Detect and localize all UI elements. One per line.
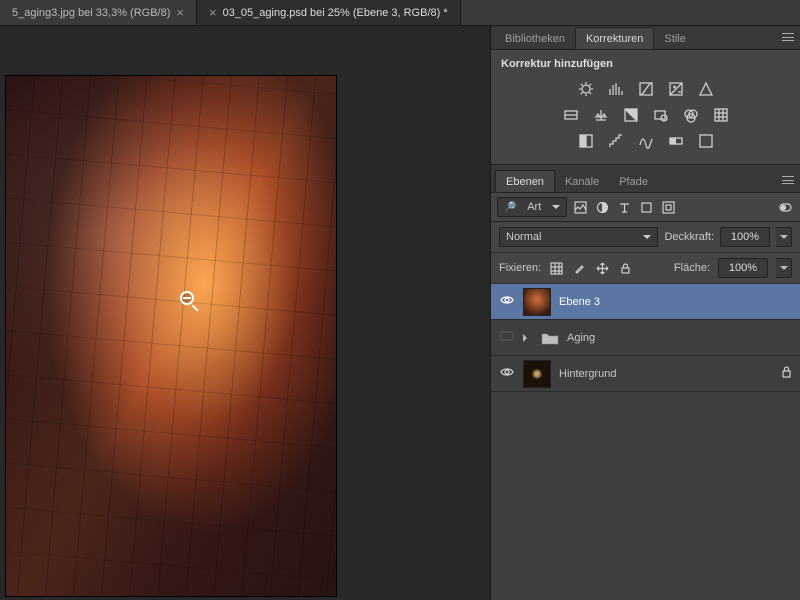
fill-label: Fläche: — [674, 262, 710, 274]
lock-brush-icon[interactable] — [572, 261, 587, 276]
disclosure-triangle-icon[interactable] — [523, 334, 533, 342]
filter-type-icon[interactable] — [615, 198, 633, 216]
brightness-contrast-icon[interactable] — [576, 80, 596, 98]
adjustments-panel-body: Korrektur hinzufügen — [491, 50, 800, 165]
layer-row[interactable]: Ebene 3 — [491, 284, 800, 320]
hue-sat-icon[interactable] — [561, 106, 581, 124]
blend-opacity-row: Normal Deckkraft: 100% — [491, 222, 800, 253]
lock-all-icon[interactable] — [618, 261, 633, 276]
layer-filter-kind-label: Art — [527, 201, 541, 213]
visibility-toggle-icon[interactable] — [499, 367, 515, 380]
opacity-label: Deckkraft: — [664, 231, 714, 243]
document-tab[interactable]: 5_aging3.jpg bei 33,3% (RGB/8) × — [0, 0, 197, 25]
tab-bibliotheken[interactable]: Bibliotheken — [495, 28, 575, 49]
layers-panel-tabs: Ebenen Kanäle Pfade — [491, 169, 800, 193]
layer-name[interactable]: Ebene 3 — [559, 296, 600, 308]
fill-flyout-icon[interactable] — [776, 258, 792, 278]
exposure-icon[interactable] — [666, 80, 686, 98]
fill-field[interactable]: 100% — [718, 258, 768, 278]
canvas-image[interactable] — [6, 76, 336, 596]
document-tabs-bar: 5_aging3.jpg bei 33,3% (RGB/8) × × 03_05… — [0, 0, 800, 26]
filter-pixel-icon[interactable] — [571, 198, 589, 216]
layer-row[interactable]: Aging — [491, 320, 800, 356]
channel-mixer-icon[interactable] — [681, 106, 701, 124]
tab-kanaele[interactable]: Kanäle — [555, 171, 609, 192]
lock-position-icon[interactable] — [595, 261, 610, 276]
close-icon[interactable]: × — [176, 5, 184, 20]
filter-adjust-icon[interactable] — [593, 198, 611, 216]
canvas-area[interactable] — [0, 26, 490, 600]
adjustments-header: Korrektur hinzufügen — [499, 56, 792, 76]
posterize-icon[interactable] — [606, 132, 626, 150]
panel-menu-icon[interactable] — [780, 173, 796, 187]
folder-icon — [541, 331, 559, 345]
layer-filter-bar: 🔎 Art — [491, 193, 800, 222]
document-tab-label: 5_aging3.jpg bei 33,3% (RGB/8) — [12, 7, 170, 19]
layer-name[interactable]: Hintergrund — [559, 368, 616, 380]
close-icon[interactable]: × — [209, 5, 217, 20]
blend-mode-value: Normal — [506, 231, 541, 243]
visibility-toggle-icon[interactable] — [499, 331, 515, 344]
filter-shape-icon[interactable] — [637, 198, 655, 216]
lock-pixels-icon[interactable] — [549, 261, 564, 276]
curves-icon[interactable] — [636, 80, 656, 98]
tab-pfade[interactable]: Pfade — [609, 171, 658, 192]
adjustments-panel-tabs: Bibliotheken Korrekturen Stile — [491, 26, 800, 50]
invert-icon[interactable] — [576, 132, 596, 150]
tab-korrekturen[interactable]: Korrekturen — [575, 27, 654, 49]
opacity-flyout-icon[interactable] — [776, 227, 792, 247]
document-tab-label: 03_05_aging.psd bei 25% (Ebene 3, RGB/8)… — [223, 7, 448, 19]
selective-color-icon[interactable] — [696, 132, 716, 150]
photo-filter-icon[interactable] — [651, 106, 671, 124]
lock-icon — [781, 366, 792, 381]
layer-thumbnail[interactable] — [523, 360, 551, 388]
lock-label: Fixieren: — [499, 262, 541, 274]
visibility-toggle-icon[interactable] — [499, 295, 515, 308]
zoom-out-cursor-icon — [180, 291, 200, 311]
layer-thumbnail[interactable] — [523, 288, 551, 316]
layer-row[interactable]: Hintergrund — [491, 356, 800, 392]
levels-icon[interactable] — [606, 80, 626, 98]
right-panels: Bibliotheken Korrekturen Stile Korrektur… — [490, 26, 800, 600]
filter-smart-icon[interactable] — [659, 198, 677, 216]
chevron-down-icon — [552, 205, 560, 213]
chevron-down-icon — [643, 235, 651, 243]
panel-menu-icon[interactable] — [780, 30, 796, 44]
color-balance-icon[interactable] — [591, 106, 611, 124]
layer-filter-kind-dropdown[interactable]: 🔎 Art — [497, 197, 567, 217]
layer-list: Ebene 3 Aging Hintergrund — [491, 284, 800, 600]
tab-ebenen[interactable]: Ebenen — [495, 170, 555, 192]
blend-mode-dropdown[interactable]: Normal — [499, 227, 658, 247]
gradient-map-icon[interactable] — [666, 132, 686, 150]
bw-icon[interactable] — [621, 106, 641, 124]
color-lookup-icon[interactable] — [711, 106, 731, 124]
vibrance-icon[interactable] — [696, 80, 716, 98]
layer-name[interactable]: Aging — [567, 332, 595, 344]
opacity-field[interactable]: 100% — [720, 227, 770, 247]
threshold-icon[interactable] — [636, 132, 656, 150]
tab-stile[interactable]: Stile — [654, 28, 695, 49]
document-tab[interactable]: × 03_05_aging.psd bei 25% (Ebene 3, RGB/… — [197, 0, 461, 25]
lock-fill-row: Fixieren: Fläche: 100% — [491, 253, 800, 284]
filter-toggle-switch[interactable] — [776, 198, 794, 216]
